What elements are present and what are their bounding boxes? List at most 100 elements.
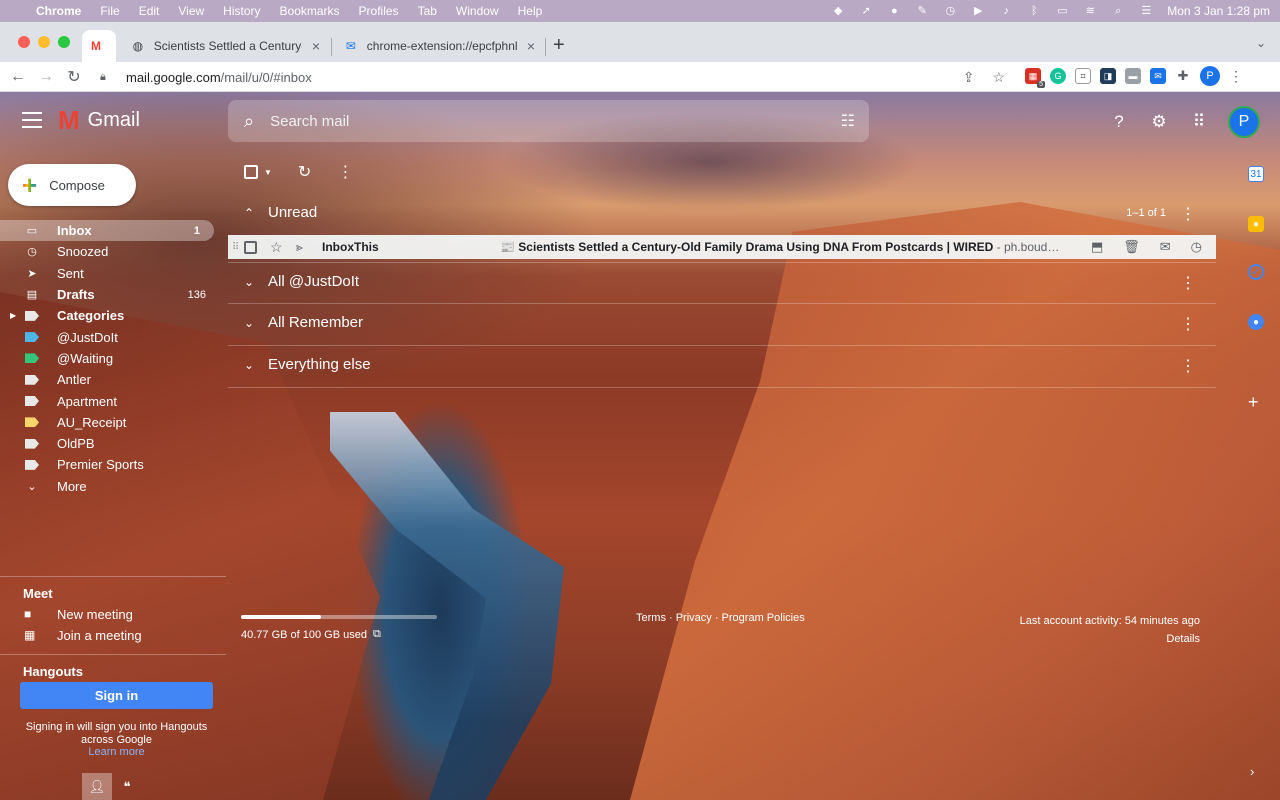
close-window-button[interactable] [18,36,30,48]
profile-button[interactable]: P [1200,66,1220,86]
importance-marker-icon[interactable]: ⪢ [296,240,303,255]
tab-extension[interactable]: ✉ chrome-extension://epcfphnlbr × [333,30,545,62]
hangouts-sign-in-button[interactable]: Sign in [20,682,213,709]
spotlight-icon[interactable]: ⌕ [1111,5,1125,17]
snooze-clock-icon[interactable]: ◷ [1191,239,1202,255]
section-options-icon[interactable]: ⋮ [1180,356,1196,376]
footer-links[interactable]: Terms · Privacy · Program Policies [636,612,805,624]
sidebar-item-drafts[interactable]: ▤ Drafts 136 [0,284,220,305]
star-icon[interactable]: ☆ [270,239,283,256]
section-options-icon[interactable]: ⋮ [1180,314,1196,334]
show-panel-chevron-icon[interactable]: › [1250,764,1254,779]
circle-icon[interactable]: ● [887,5,901,17]
keep-icon[interactable]: ● [1248,216,1264,232]
menu-profiles[interactable]: Profiles [359,4,399,18]
battery-icon[interactable]: ▭ [1055,5,1069,17]
expand-chevron-icon[interactable]: ⌄ [244,316,254,330]
refresh-icon[interactable]: ↻ [298,162,311,182]
bluetooth-icon[interactable]: ᛒ [1027,5,1041,17]
archive-icon[interactable]: ⬒ [1091,239,1103,255]
puzzle-icon[interactable]: ✚ [1175,68,1191,84]
tab-wired-article[interactable]: ◍ Scientists Settled a Century-Ol × [120,30,330,62]
sidebar-item-au-receipt[interactable]: AU_Receipt [0,412,220,433]
menubar-clock[interactable]: Mon 3 Jan 1:28 pm [1167,4,1270,18]
learn-more-link[interactable]: Learn more [20,746,213,758]
search-options-icon[interactable]: ☷ [841,111,855,131]
contacts-person-icon[interactable]: 👤︎ [82,773,112,800]
sidebar-item-sent[interactable]: ➤ Sent [0,263,220,284]
dark-extension-icon[interactable]: ◨ [1100,68,1116,84]
menu-file[interactable]: File [100,4,119,18]
sidebar-item-categories[interactable]: ▶ Categories [0,305,220,326]
new-meeting-button[interactable]: ■ New meeting [0,605,220,625]
select-dropdown-icon[interactable]: ▼ [264,168,272,177]
lock-icon[interactable]: 🔒︎ [100,71,116,84]
section-options-icon[interactable]: ⋮ [1180,204,1196,224]
collapse-chevron-icon[interactable]: ⌃ [244,206,254,220]
close-tab-icon[interactable]: × [527,38,535,54]
add-addon-icon[interactable]: + [1248,392,1259,413]
menu-bookmarks[interactable]: Bookmarks [280,4,340,18]
volume-icon[interactable]: ♪ [999,5,1013,17]
help-icon[interactable]: ? [1108,111,1130,133]
section-title[interactable]: Everything else [268,356,371,373]
calendar-icon[interactable]: 31 [1248,166,1264,182]
expand-caret-icon[interactable]: ▶ [10,311,16,320]
menu-tab[interactable]: Tab [418,4,437,18]
menu-edit[interactable]: Edit [139,4,160,18]
sidebar-item-justdoit[interactable]: @JustDoIt [0,326,220,347]
join-meeting-button[interactable]: ▦ Join a meeting [0,626,220,646]
sidebar-item-more[interactable]: ⌄ More [0,476,220,497]
search-input[interactable]: Search mail [270,113,349,130]
menu-window[interactable]: Window [456,4,499,18]
sidebar-item-snoozed[interactable]: ◷ Snoozed [0,241,220,262]
contacts-icon[interactable]: ● [1248,314,1264,330]
back-button[interactable]: ← [4,68,32,86]
menu-help[interactable]: Help [518,4,543,18]
expand-chevron-icon[interactable]: ⌄ [244,275,254,289]
sidebar-item-apartment[interactable]: Apartment [0,390,220,411]
more-actions-icon[interactable]: ⋮ [337,162,353,182]
rocket-icon[interactable]: ➚ [859,5,873,17]
tasks-icon[interactable]: ✓ [1248,264,1264,280]
clock-icon[interactable]: ◷ [943,5,957,17]
zoom-window-button[interactable] [58,36,70,48]
sidebar-item-premier-sports[interactable]: Premier Sports [0,454,220,475]
tab-search-chevron-icon[interactable]: ⌄ [1256,36,1266,50]
section-options-icon[interactable]: ⋮ [1180,273,1196,293]
section-title[interactable]: All @JustDoIt [268,273,359,290]
tool-icon[interactable]: ✎ [915,5,929,17]
search-icon[interactable]: ⌕ [244,111,254,132]
address-bar[interactable]: 🔒︎ mail.google.com/mail/u/0/#inbox ⇪ ☆ [100,64,1015,90]
account-avatar[interactable]: P [1228,106,1260,138]
todoist-extension-icon[interactable]: ▦ 5 [1025,68,1045,88]
details-link[interactable]: Details [1020,630,1200,648]
chrome-menu-icon[interactable]: ⋮ [1229,68,1243,85]
external-link-icon[interactable]: ⧉ [373,628,381,641]
search-bar[interactable]: ⌕ Search mail ☷ [228,100,869,142]
gmail-logo[interactable]: M Gmail [58,107,140,133]
section-title[interactable]: Unread [268,204,317,221]
menu-history[interactable]: History [223,4,260,18]
mail-blue-extension-icon[interactable]: ✉ [1150,68,1166,84]
menu-app[interactable]: Chrome [36,4,81,18]
sidebar-item-antler[interactable]: Antler [0,369,220,390]
drag-handle-icon[interactable]: ⠿ [232,242,239,253]
wifi-icon[interactable]: ≋ [1083,5,1097,17]
select-all-checkbox[interactable] [244,165,258,179]
bookmark-star-icon[interactable]: ☆ [992,69,1005,86]
compose-button[interactable]: + Compose [8,164,136,206]
close-tab-icon[interactable]: × [312,38,320,54]
mark-read-icon[interactable]: ✉ [1160,239,1171,255]
trash-icon[interactable]: 🗑︎ [1123,239,1140,255]
section-title[interactable]: All Remember [268,314,363,331]
sidebar-item-oldpb[interactable]: OldPB [0,433,220,454]
forward-button[interactable]: → [32,68,60,86]
screenshot-extension-icon[interactable]: ⌗ [1075,68,1091,84]
new-tab-button[interactable]: + [553,34,565,57]
share-icon[interactable]: ⇪ [963,69,975,86]
minimize-window-button[interactable] [38,36,50,48]
row-checkbox[interactable] [244,240,257,254]
url-text[interactable]: mail.google.com/mail/u/0/#inbox [126,70,312,85]
expand-chevron-icon[interactable]: ⌄ [244,358,254,372]
